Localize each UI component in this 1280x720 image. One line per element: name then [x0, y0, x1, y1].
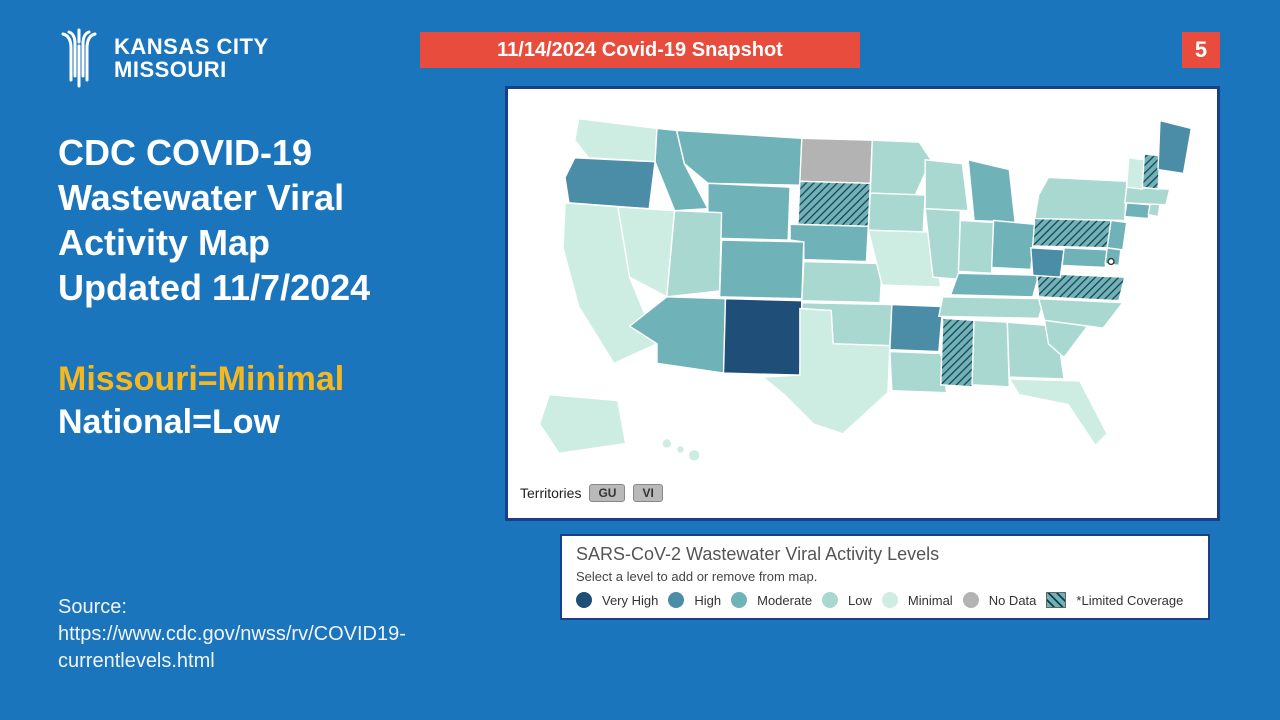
state-ct[interactable] — [1125, 203, 1150, 219]
legend-label-veryhigh: Very High — [602, 593, 658, 608]
state-hi[interactable] — [662, 439, 700, 462]
state-ma[interactable] — [1125, 187, 1170, 205]
legend-label-minimal: Minimal — [908, 593, 953, 608]
legend-label-low: Low — [848, 593, 872, 608]
state-pa[interactable] — [1033, 219, 1111, 248]
source-url-l2: currentlevels.html — [58, 650, 215, 672]
state-mt[interactable] — [677, 130, 802, 185]
territories-label: Territories — [520, 485, 581, 501]
state-nj[interactable] — [1107, 220, 1127, 249]
org-line1: KANSAS CITY — [114, 35, 269, 58]
state-dc[interactable] — [1108, 259, 1114, 265]
source-url-l1: https://www.cdc.gov/nwss/rv/COVID19- — [58, 623, 406, 645]
state-wa[interactable] — [575, 119, 657, 162]
state-vt[interactable] — [1127, 158, 1145, 189]
source-prefix: Source: — [58, 596, 127, 618]
state-ak[interactable] — [540, 395, 626, 454]
state-in[interactable] — [958, 220, 993, 273]
swatch-high[interactable] — [668, 592, 684, 608]
swatch-veryhigh[interactable] — [576, 592, 592, 608]
legend-label-moderate: Moderate — [757, 593, 812, 608]
snapshot-banner: 11/14/2024 Covid-19 Snapshot — [420, 32, 860, 68]
swatch-moderate[interactable] — [731, 592, 747, 608]
state-ut[interactable] — [667, 211, 722, 297]
state-al[interactable] — [972, 320, 1009, 387]
state-wi[interactable] — [925, 160, 968, 211]
status-missouri: Missouri=Minimal — [58, 358, 344, 401]
state-ky[interactable] — [951, 273, 1039, 296]
legend-subtitle: Select a level to add or remove from map… — [576, 569, 1194, 584]
source-citation: Source: https://www.cdc.gov/nwss/rv/COVI… — [58, 594, 478, 675]
legend-label-high: High — [694, 593, 721, 608]
state-md[interactable] — [1062, 248, 1107, 268]
state-oh[interactable] — [992, 220, 1035, 269]
state-or[interactable] — [565, 158, 655, 209]
state-az[interactable] — [630, 297, 726, 373]
state-ia[interactable] — [868, 193, 925, 232]
org-line2: MISSOURI — [114, 58, 269, 81]
state-ar[interactable] — [890, 305, 943, 352]
org-name: KANSAS CITY MISSOURI — [114, 35, 269, 81]
state-nm[interactable] — [724, 299, 802, 375]
legend-label-nodata: No Data — [989, 593, 1037, 608]
swatch-low[interactable] — [822, 592, 838, 608]
us-map — [520, 97, 1205, 477]
state-ny[interactable] — [1035, 177, 1127, 220]
org-logo-block: KANSAS CITY MISSOURI — [58, 28, 269, 88]
state-wv[interactable] — [1031, 248, 1064, 277]
title-l4: Updated 11/7/2024 — [58, 265, 478, 310]
legend-panel: SARS-CoV-2 Wastewater Viral Activity Lev… — [560, 534, 1210, 620]
state-tn[interactable] — [939, 297, 1045, 319]
state-la[interactable] — [890, 352, 947, 393]
territories-row: Territories GU VI — [520, 484, 1205, 502]
swatch-nodata[interactable] — [963, 592, 979, 608]
swatch-limited[interactable] — [1046, 592, 1066, 608]
territory-gu[interactable]: GU — [589, 484, 625, 502]
state-fl[interactable] — [1009, 379, 1107, 446]
state-me[interactable] — [1158, 121, 1191, 174]
state-mn[interactable] — [870, 140, 931, 195]
fountain-icon — [58, 28, 100, 88]
state-nh[interactable] — [1142, 154, 1160, 189]
swatch-minimal[interactable] — [882, 592, 898, 608]
state-co[interactable] — [720, 240, 804, 299]
title-l1: CDC COVID-19 — [58, 130, 478, 175]
state-va[interactable] — [1037, 273, 1125, 300]
legend-title: SARS-CoV-2 Wastewater Viral Activity Lev… — [576, 544, 1194, 565]
slide: KANSAS CITY MISSOURI 11/14/2024 Covid-19… — [0, 0, 1280, 720]
page-number: 5 — [1182, 32, 1220, 68]
state-sd[interactable] — [798, 181, 870, 226]
status-block: Missouri=Minimal National=Low — [58, 358, 344, 443]
status-national: National=Low — [58, 401, 344, 444]
state-mi[interactable] — [968, 160, 1015, 223]
state-ms[interactable] — [941, 318, 974, 387]
state-ks[interactable] — [802, 262, 882, 303]
title-l3: Activity Map — [58, 220, 478, 265]
title-l2: Wastewater Viral — [58, 175, 478, 220]
legend-label-limited: *Limited Coverage — [1076, 593, 1183, 608]
legend-row: Very High High Moderate Low Minimal No D… — [576, 592, 1194, 608]
map-panel: Territories GU VI — [505, 86, 1220, 521]
territory-vi[interactable]: VI — [633, 484, 662, 502]
state-nd[interactable] — [800, 138, 872, 183]
slide-title: CDC COVID-19 Wastewater Viral Activity M… — [58, 130, 478, 310]
